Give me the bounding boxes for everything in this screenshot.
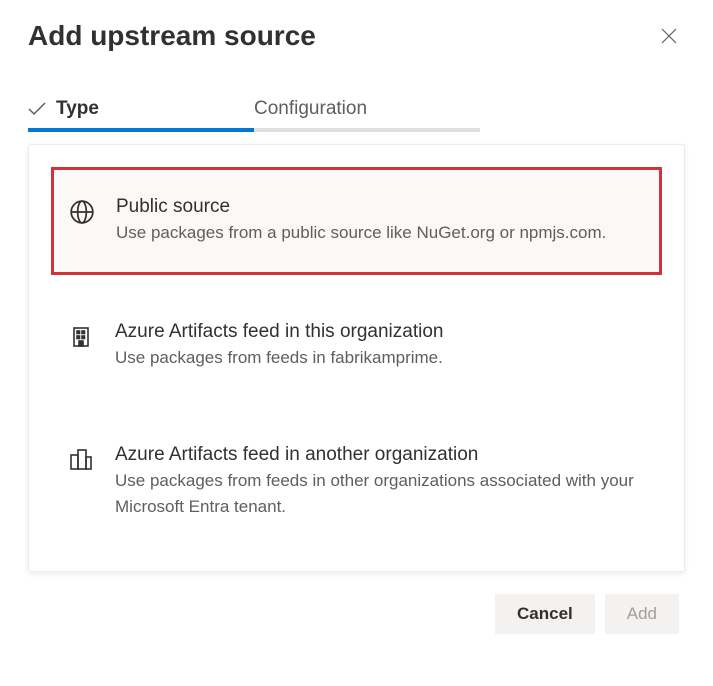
option-public-source[interactable]: Public source Use packages from a public… <box>51 167 662 275</box>
option-title: Azure Artifacts feed in this organizatio… <box>115 321 642 343</box>
tab-type-label: Type <box>56 98 99 120</box>
add-upstream-source-dialog: Add upstream source Type Configuration <box>0 0 713 654</box>
globe-icon <box>68 198 96 226</box>
check-icon <box>28 102 46 116</box>
buildings-icon <box>67 446 95 474</box>
option-desc: Use packages from feeds in other organiz… <box>115 468 642 519</box>
option-other-org-feed[interactable]: Azure Artifacts feed in another organiza… <box>51 416 662 547</box>
tab-underline-active <box>28 128 254 132</box>
option-content: Azure Artifacts feed in another organiza… <box>115 444 642 519</box>
option-title: Azure Artifacts feed in another organiza… <box>115 444 642 466</box>
options-panel: Public source Use packages from a public… <box>28 144 685 572</box>
cancel-button[interactable]: Cancel <box>495 594 595 634</box>
option-desc: Use packages from a public source like N… <box>116 220 641 246</box>
tab-underline-inactive <box>254 128 480 132</box>
option-desc: Use packages from feeds in fabrikamprime… <box>115 345 642 371</box>
tab-configuration[interactable]: Configuration <box>254 88 480 130</box>
option-content: Public source Use packages from a public… <box>116 196 641 246</box>
dialog-footer: Cancel Add <box>28 572 685 634</box>
dialog-title: Add upstream source <box>28 20 316 52</box>
option-title: Public source <box>116 196 641 218</box>
option-content: Azure Artifacts feed in this organizatio… <box>115 321 642 371</box>
close-icon <box>661 28 677 44</box>
wizard-tabs: Type Configuration <box>28 88 685 130</box>
add-button[interactable]: Add <box>605 594 679 634</box>
close-button[interactable] <box>653 20 685 52</box>
tab-type[interactable]: Type <box>28 88 254 130</box>
tab-configuration-label: Configuration <box>254 98 367 120</box>
dialog-header: Add upstream source <box>28 20 685 52</box>
option-org-feed[interactable]: Azure Artifacts feed in this organizatio… <box>51 293 662 399</box>
building-icon <box>67 323 95 351</box>
